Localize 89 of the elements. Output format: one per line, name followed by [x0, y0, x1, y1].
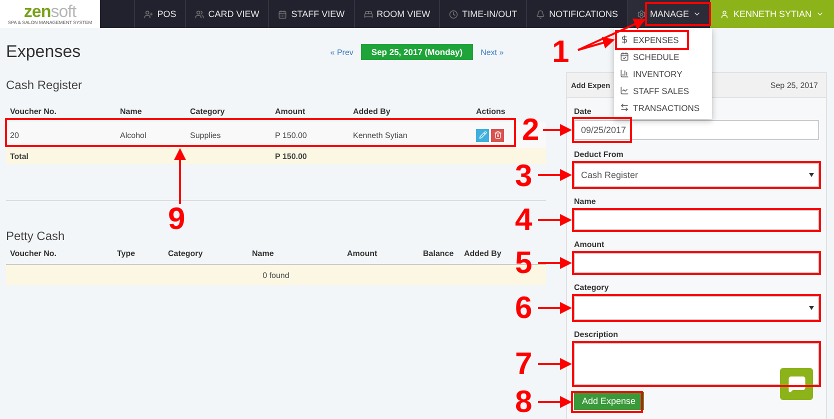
arrow [538, 214, 572, 226]
arrow [538, 396, 572, 408]
select-field[interactable]: Cash Register [574, 163, 819, 187]
user-icon [720, 10, 730, 18]
highlight-frame [572, 117, 632, 143]
column-header: Added By [352, 106, 392, 116]
column-header: Category [189, 106, 226, 116]
table-cell-text: Kenneth Sytian [352, 130, 408, 140]
field-label: Name [574, 197, 596, 207]
field-label: Description [574, 330, 618, 340]
next-link[interactable]: Next » [480, 48, 504, 56]
empty-message: 0 found [262, 270, 290, 280]
step-number: 2 [522, 114, 540, 145]
nav-item[interactable]: ROOM VIEW [354, 0, 440, 28]
arrow [538, 169, 572, 181]
column-header: Balance [422, 249, 455, 258]
caret-icon [809, 306, 814, 310]
caret-icon [816, 10, 824, 18]
column-header: Voucher No. [9, 249, 58, 258]
users-icon [195, 10, 204, 18]
menu-item[interactable]: EXPENSES [614, 31, 712, 48]
table-cell-text: P 150.00 [274, 130, 308, 140]
total-label: Total [9, 152, 30, 160]
field-label: Date [574, 107, 592, 117]
arrow [543, 124, 572, 136]
nav-item[interactable]: TIME-IN/OUT [439, 0, 526, 28]
edit-button[interactable] [476, 128, 489, 142]
caret-icon [693, 10, 701, 18]
step-number: 9 [168, 203, 186, 234]
column-header: Amount [274, 106, 306, 116]
table-cell-text: Alcohol [119, 130, 148, 140]
bed-icon [364, 10, 373, 18]
arrow [538, 257, 572, 269]
nav-item[interactable]: CARD VIEW [185, 0, 268, 28]
total-amount: P 150.00 [274, 152, 308, 160]
input-field[interactable]: 09/25/2017 [574, 120, 819, 140]
menu-item[interactable]: SCHEDULE [614, 48, 712, 65]
table-cell-text: Supplies [189, 130, 222, 140]
step-number: 6 [515, 292, 532, 323]
column-header: Voucher No. [9, 106, 58, 116]
menu-item[interactable]: INVENTORY [614, 65, 712, 82]
nav-item[interactable]: STAFF VIEW [268, 0, 354, 28]
arrow [538, 358, 572, 370]
calendar-icon [278, 10, 288, 18]
column-header: Name [251, 249, 275, 258]
column-header: Category [167, 249, 204, 258]
delete-button[interactable] [491, 128, 504, 142]
gear-icon [636, 10, 646, 18]
nav-item[interactable]: POS [134, 0, 186, 28]
section-title: Cash Register [6, 78, 84, 92]
step-number: 1 [552, 36, 570, 67]
current-date: Sep 25, 2017 (Monday) [361, 44, 473, 60]
panel-date: Sep 25, 2017 [770, 80, 818, 90]
highlight-frame [571, 391, 643, 413]
caret-icon [809, 173, 814, 177]
dollar-icon [620, 35, 629, 44]
step-number: 5 [515, 247, 532, 278]
step-number: 7 [515, 348, 532, 379]
prev-link[interactable]: « Prev [330, 48, 354, 56]
add-expense-button[interactable]: Add Expense [574, 392, 644, 410]
line-chart-icon [620, 86, 629, 95]
arrows-icon [620, 103, 629, 112]
section-title: Petty Cash [6, 229, 66, 243]
trash-icon [494, 131, 502, 139]
bar-chart-icon [620, 69, 629, 78]
calendar-check-icon [620, 52, 629, 61]
clock-icon [449, 10, 458, 18]
table-cell-text: 20 [9, 130, 20, 140]
arrow [538, 302, 572, 314]
column-header: Amount [346, 249, 378, 258]
step-number: 3 [515, 160, 532, 191]
bell-icon [536, 10, 546, 18]
column-header: Name [119, 106, 143, 116]
column-header: Added By [463, 249, 502, 258]
highlight-frame [645, 2, 711, 26]
column-header: Actions [475, 106, 506, 116]
field-label: Deduct From [574, 150, 624, 160]
arrow [174, 148, 186, 204]
pencil-icon [478, 131, 486, 139]
field-label: Amount [574, 240, 604, 250]
step-number: 4 [515, 204, 532, 235]
menu-item[interactable]: STAFF SALES [614, 82, 712, 99]
step-number: 8 [515, 386, 532, 417]
field-label: Category [574, 283, 609, 293]
page-title: Expenses [6, 42, 82, 62]
menu-item[interactable]: TRANSACTIONS [614, 99, 712, 116]
user-plus-icon [144, 10, 154, 18]
column-header: Type [116, 249, 136, 258]
chat-button[interactable] [780, 368, 813, 400]
